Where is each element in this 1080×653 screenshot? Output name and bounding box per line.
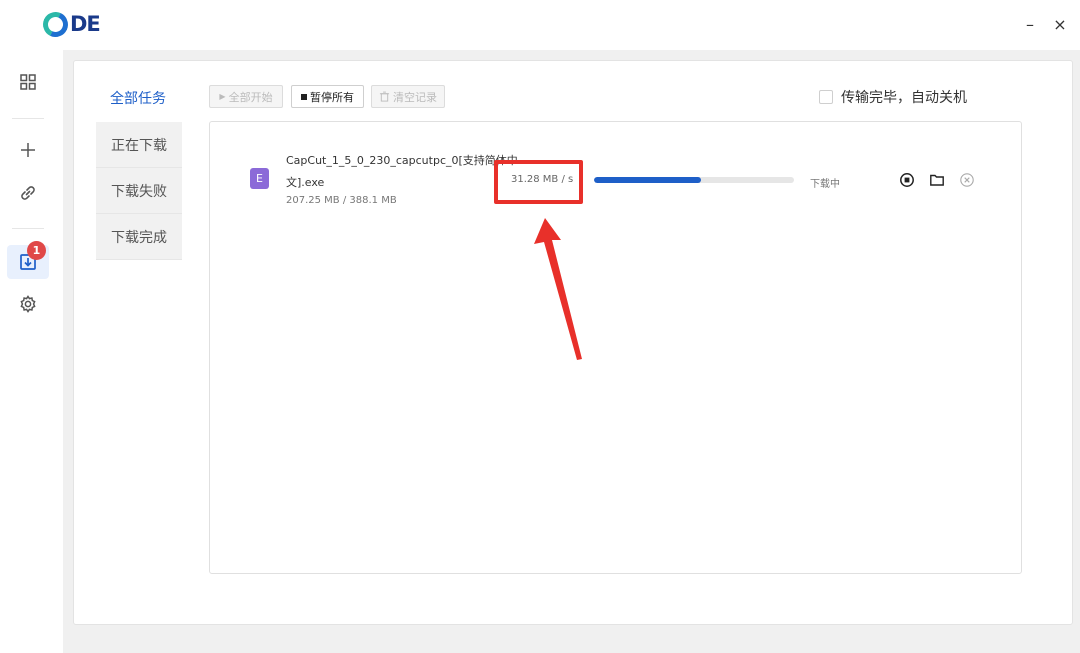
title-bar: DE – × [0, 0, 1080, 50]
minimize-button[interactable]: – [1018, 12, 1042, 36]
start-all-label: 全部开始 [228, 90, 273, 104]
category-all-tasks[interactable]: 全部任务 [110, 88, 166, 108]
notification-badge: 1 [27, 241, 46, 260]
auto-shutdown-checkbox[interactable] [819, 90, 833, 104]
grid-icon[interactable] [14, 68, 42, 96]
file-size: 207.25 MB / 388.1 MB [286, 195, 397, 206]
category-downloading[interactable]: 正在下载 [96, 122, 182, 168]
clear-records-label: 清空记录 [393, 90, 437, 104]
file-name-line1: CapCut_1_5_0_230_capcutpc_0[支持简体中 [286, 154, 518, 167]
category-failed[interactable]: 下载失败 [96, 168, 182, 214]
plus-icon[interactable] [14, 136, 42, 164]
exe-file-icon: E [250, 168, 269, 189]
speed-highlight-box [494, 160, 583, 204]
progress-bar [594, 177, 794, 183]
link-icon[interactable] [14, 179, 42, 207]
remove-circle-icon[interactable] [958, 171, 976, 189]
annotation-arrow-icon [534, 218, 582, 360]
auto-shutdown-option[interactable]: 传输完毕，自动关机 [819, 87, 967, 107]
stop-circle-icon[interactable] [898, 171, 916, 189]
nav-divider [12, 228, 44, 229]
nav-divider [12, 118, 44, 119]
file-name-line2: 文].exe [286, 176, 325, 189]
start-all-button[interactable]: ▶ 全部开始 [209, 85, 283, 108]
auto-shutdown-label: 传输完毕，自动关机 [841, 90, 967, 106]
play-icon: ▶ [219, 92, 226, 101]
download-status: 下载中 [810, 179, 840, 190]
pause-all-label: 暂停所有 [310, 90, 354, 104]
pause-all-button[interactable]: 暂停所有 [291, 85, 364, 108]
stop-square-icon [301, 93, 307, 100]
gear-icon[interactable] [14, 290, 42, 318]
logo-ring-icon [39, 7, 72, 41]
app-logo: DE [39, 7, 101, 41]
clear-records-button[interactable]: 清空记录 [371, 85, 445, 108]
close-button[interactable]: × [1048, 12, 1072, 36]
folder-icon[interactable] [928, 171, 946, 189]
trash-icon [379, 91, 390, 102]
logo-text: DE [70, 12, 101, 36]
progress-fill [594, 177, 701, 183]
category-completed[interactable]: 下载完成 [96, 214, 182, 260]
